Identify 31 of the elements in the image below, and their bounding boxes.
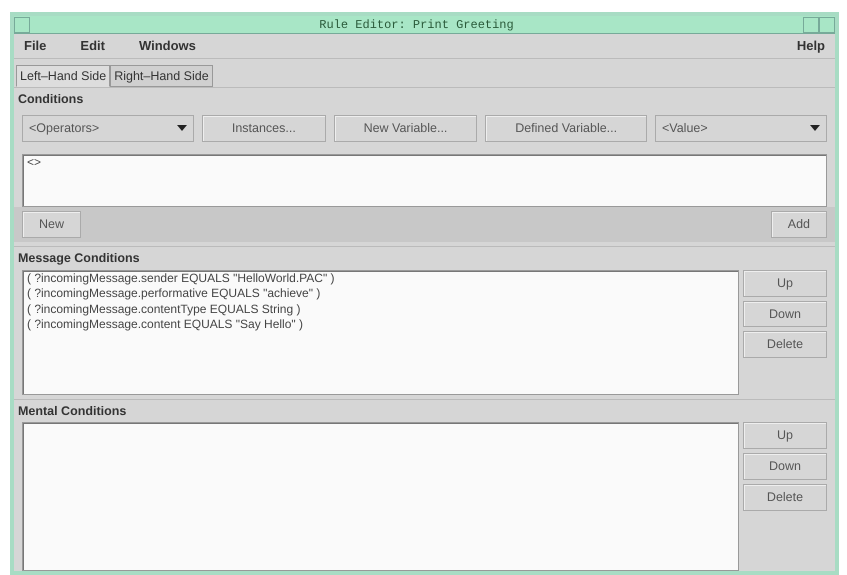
condition-item[interactable]: ( ?incomingMessage.contentType EQUALS String ) [27,302,734,318]
minimize-button[interactable] [803,16,819,32]
section-title: Conditions [14,87,835,111]
condition-item[interactable]: ( ?incomingMessage.sender EQUALS "HelloWorld.PAC" ) [27,270,734,286]
window-title: Rule Editor: Print Greeting [318,16,515,34]
window-menu-button[interactable] [14,16,30,32]
condition-item[interactable]: ( ?incomingMessage.performative EQUALS "achieve" ) [27,286,734,302]
tab[interactable]: Right–Hand Side [110,64,213,88]
menu-item[interactable]: Help [796,36,825,56]
menu-item[interactable]: Windows [138,36,196,56]
maximize-button[interactable] [819,16,835,32]
toolbar-button[interactable]: Defined Variable... [485,115,647,142]
menu-item[interactable]: Edit [80,36,105,56]
menu-item[interactable]: File [24,36,46,56]
toolbar-button[interactable]: New Variable... [334,115,478,142]
new-button[interactable]: New [22,211,82,238]
list-button[interactable]: Down [743,300,827,328]
list-button[interactable]: Up [743,270,827,297]
dropdown-value: <Value> [662,120,708,137]
add-button[interactable]: Add [770,211,827,238]
list-button[interactable]: Delete [743,484,827,511]
list-button[interactable]: Delete [743,331,827,358]
dropdown[interactable]: <Operators> [22,115,194,142]
condition-editor[interactable]: <> [22,154,827,208]
toolbar-button[interactable]: Instances... [202,115,326,142]
condition-item[interactable]: ( ?incomingMessage.content EQUALS "Say Hello" ) [27,317,734,333]
tab[interactable]: Left–Hand Side [16,64,110,88]
list-button[interactable]: Down [743,453,827,480]
dropdown[interactable]: <Value> [655,115,827,142]
dropdown-value: <Operators> [29,120,100,137]
list-button[interactable]: Up [743,422,827,450]
